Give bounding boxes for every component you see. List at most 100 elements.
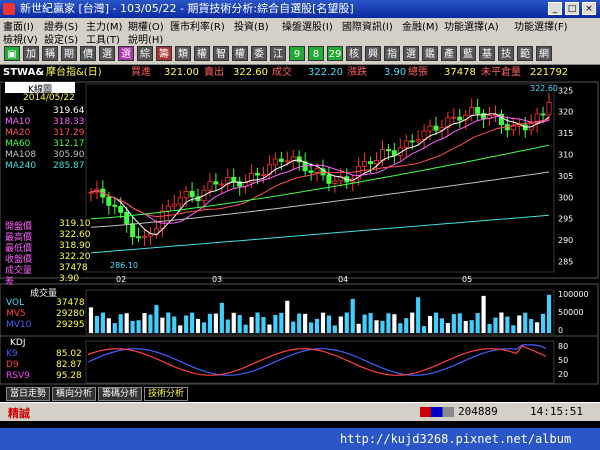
- candle-body: [261, 174, 266, 176]
- candle-body: [427, 125, 433, 132]
- volume-bar: [130, 320, 135, 333]
- volume-bar: [255, 312, 260, 333]
- volume-bar: [273, 314, 278, 333]
- volume-bar: [231, 312, 236, 333]
- ma-label-ma240: MA240: [5, 161, 37, 171]
- kd-value-rsv9: 95.28: [56, 371, 82, 381]
- candle-body: [314, 168, 320, 173]
- kd-label-k9: K9: [6, 349, 18, 359]
- candle-body: [189, 190, 195, 198]
- volume-bar: [178, 325, 183, 333]
- volume-bar: [297, 313, 302, 333]
- volume-bar: [279, 312, 284, 333]
- volume-bar: [314, 318, 320, 333]
- y-tick-label: 305: [558, 172, 573, 181]
- watermark-url: http://kujd3268.pixnet.net/album: [340, 432, 572, 446]
- ma-label-ma108: MA108: [5, 150, 37, 160]
- candle-body: [433, 125, 439, 131]
- volume-bar: [124, 313, 129, 333]
- ma-value-ma240: 285.87: [53, 161, 85, 171]
- kd-value-d9: 82.87: [56, 360, 82, 370]
- volume-bar: [505, 316, 510, 333]
- candle-body: [332, 180, 338, 184]
- volume-bar: [154, 305, 159, 333]
- volume-bar: [445, 323, 450, 333]
- volume-bar: [487, 323, 492, 333]
- ohlc-value-4: 37478: [59, 263, 88, 273]
- ohlc-value-5: 3.90: [59, 274, 80, 284]
- candle-body: [385, 149, 391, 152]
- ohlc-value-3: 322.20: [59, 252, 91, 262]
- candle-body: [469, 107, 475, 116]
- y-tick-label: 320: [558, 108, 573, 117]
- candle-body: [326, 174, 332, 184]
- volume-bar: [106, 318, 111, 333]
- candle-body: [171, 203, 177, 207]
- volume-bar: [392, 314, 397, 333]
- vol-tick-label: 50000: [558, 308, 583, 317]
- status-bar: 精誠 204889 14:15:51: [0, 402, 600, 421]
- tab-technical[interactable]: 技術分析: [144, 387, 189, 401]
- volume-bar: [100, 312, 105, 333]
- ohlc-value-1: 322.60: [59, 230, 91, 240]
- candle-body: [374, 160, 379, 165]
- tab-intraday[interactable]: 當日走勢: [6, 387, 51, 401]
- volume-bar: [362, 314, 367, 333]
- candle-body: [284, 160, 290, 163]
- volume-bar: [118, 314, 123, 333]
- volume-bar: [535, 322, 540, 333]
- volume-bar: [416, 297, 421, 333]
- ma-label-ma20: MA20: [5, 128, 31, 138]
- volume-bar: [517, 315, 522, 333]
- vol-value-mv10: 29295: [56, 320, 85, 330]
- y-tick-label: 295: [558, 215, 573, 224]
- volume-bar: [463, 321, 468, 333]
- candle-body: [498, 113, 504, 125]
- volume-bar: [160, 317, 165, 333]
- candle-body: [142, 235, 147, 238]
- volume-bar: [112, 323, 117, 333]
- kdj-frame: [0, 335, 599, 385]
- candle-body: [278, 158, 284, 162]
- kd-tick-label: 50: [558, 356, 568, 365]
- x-month-label: 03: [212, 275, 222, 284]
- ma-label-ma10: MA10: [5, 117, 31, 127]
- ma-label-ma5: MA5: [5, 106, 25, 116]
- candle-body: [403, 140, 409, 149]
- volume-bar: [338, 316, 343, 333]
- kdj-title: KDJ: [10, 338, 26, 348]
- vol-label-mv5: MV5: [6, 309, 26, 319]
- volume-bar: [285, 300, 290, 333]
- volume-bar: [475, 313, 480, 333]
- ma-value-ma108: 305.90: [53, 150, 85, 160]
- volume-bar: [267, 324, 272, 333]
- kd-label-d9: D9: [6, 360, 19, 370]
- volume-bar: [439, 318, 445, 333]
- candle-body: [136, 236, 142, 239]
- candle-body: [415, 139, 421, 142]
- candle-body: [183, 190, 189, 199]
- candle-body: [207, 181, 213, 191]
- candle-body: [118, 206, 124, 213]
- candle-body: [451, 116, 457, 119]
- vol-tick-label: 0: [558, 326, 563, 335]
- volume-bar: [469, 320, 474, 333]
- volume-bar: [398, 323, 403, 333]
- status-counter: 204889: [458, 405, 498, 418]
- tab-horizontal[interactable]: 橫向分析: [52, 387, 97, 401]
- volume-bar: [201, 322, 207, 333]
- candle-body: [231, 176, 237, 183]
- candle-body: [177, 197, 183, 205]
- candle-body: [362, 161, 368, 167]
- ohlc-value-2: 318.90: [59, 241, 91, 251]
- volume-bar: [410, 312, 415, 333]
- ma-value-ma10: 318.33: [53, 117, 85, 127]
- candle-body: [159, 210, 165, 230]
- candle-body: [421, 130, 427, 141]
- volume-bar: [261, 317, 266, 333]
- volume-bar: [94, 315, 100, 333]
- volume-bar: [219, 302, 224, 333]
- tab-chips[interactable]: 籌碼分析: [98, 387, 143, 401]
- volume-bar: [136, 320, 141, 333]
- kline-date: 2014/05/22: [23, 93, 75, 103]
